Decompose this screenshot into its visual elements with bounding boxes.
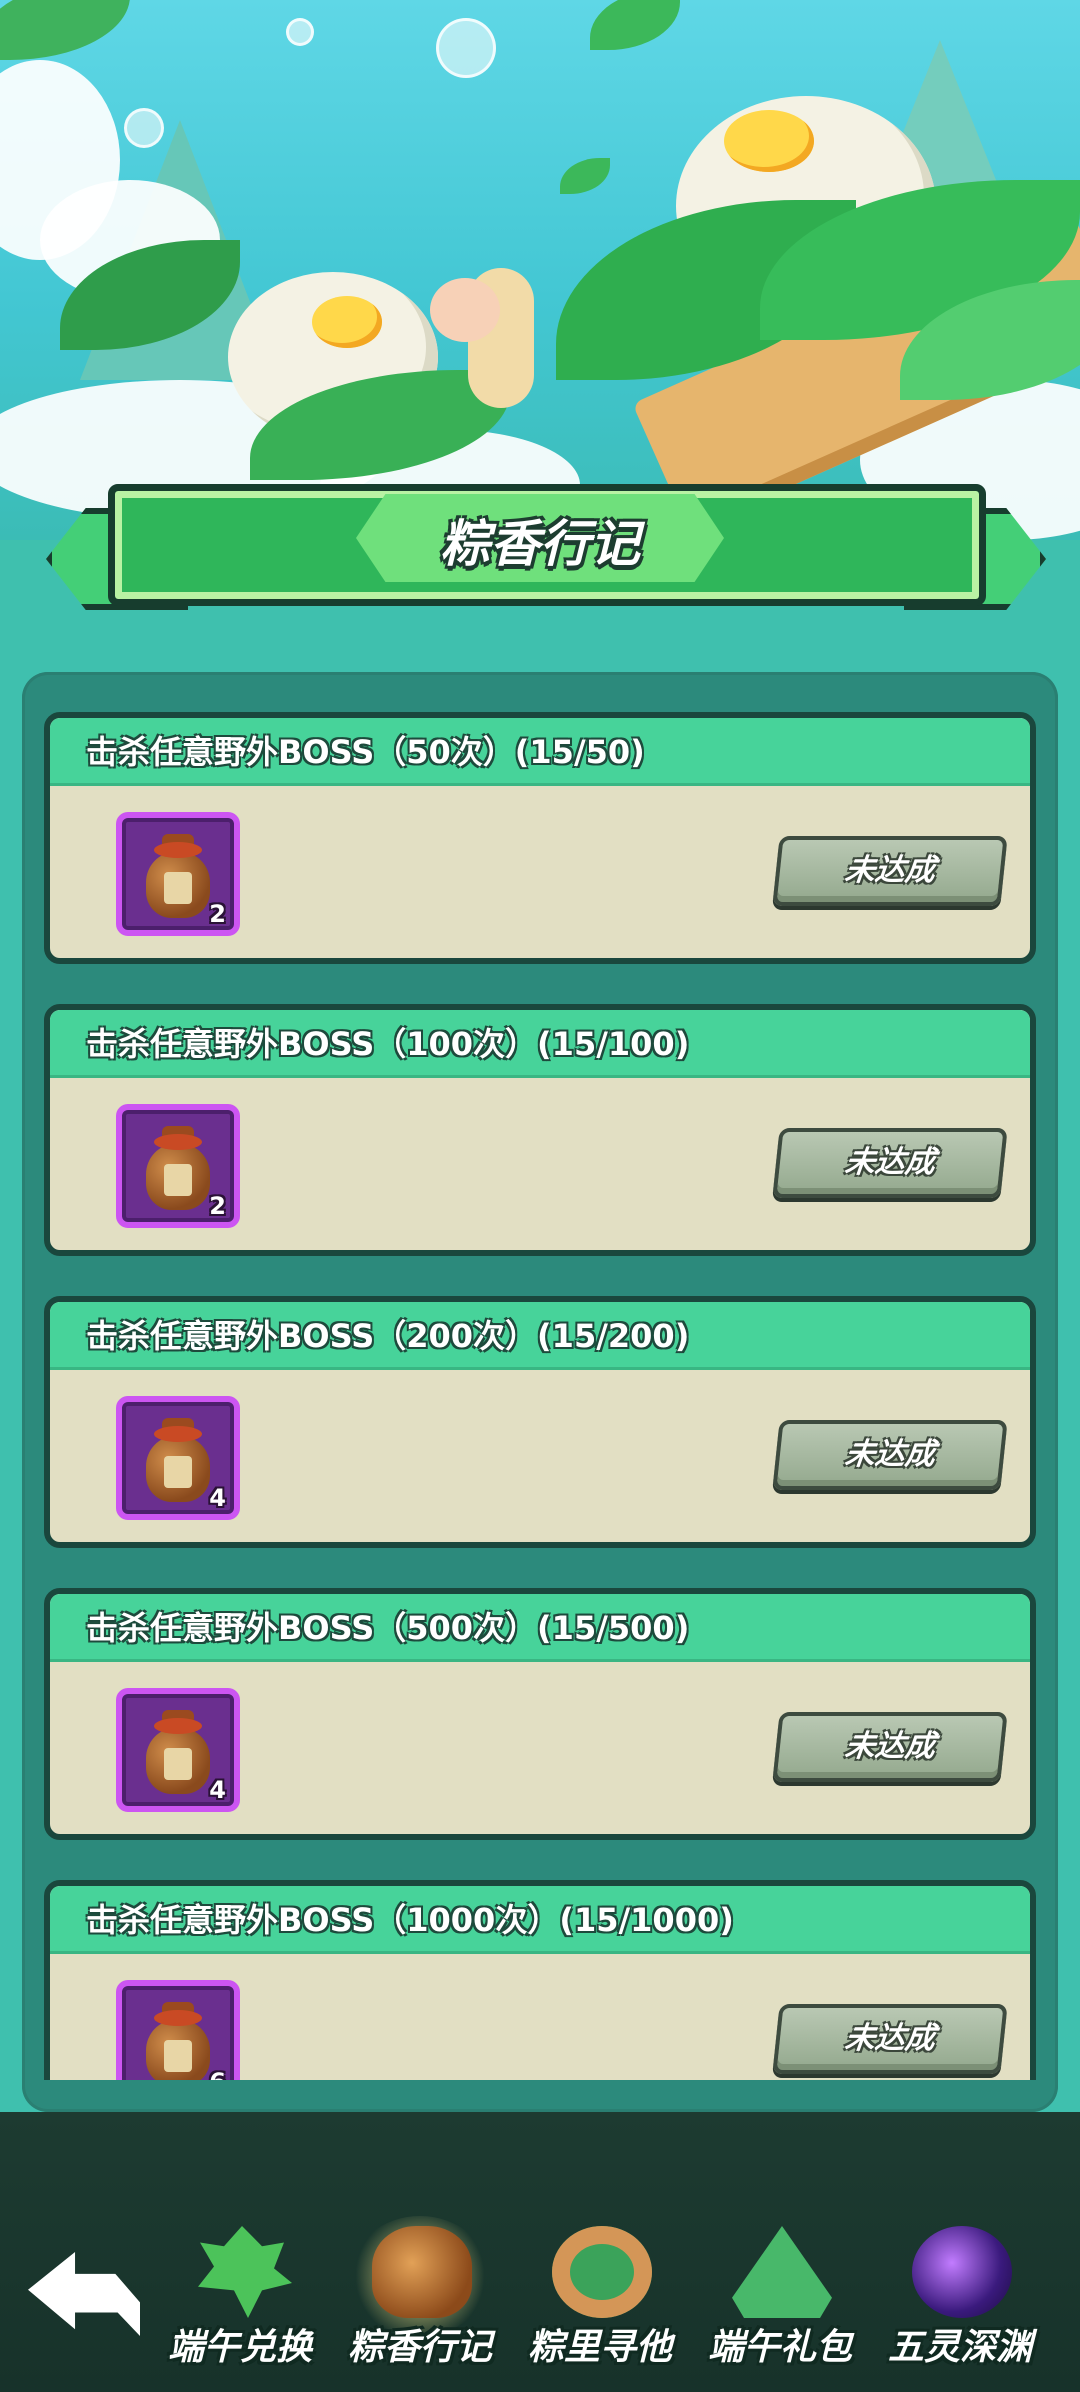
- leaf-icon: [198, 2226, 292, 2318]
- reward-count: 4: [209, 1484, 226, 1512]
- task-status-button[interactable]: 未达成: [772, 1128, 1008, 1198]
- reward-count: 2: [209, 900, 226, 928]
- task-card: 击杀任意野外BOSS（100次）(15/100) 2 未达成: [44, 1004, 1036, 1256]
- nav-tab-dragon-boat-gift[interactable]: 端午礼包: [690, 2210, 870, 2380]
- purple-orb-icon: [912, 2226, 1012, 2318]
- zongzi-gift-icon: [732, 2226, 832, 2318]
- nav-tab-label: 端午礼包: [707, 2327, 852, 2368]
- reward-item-slot[interactable]: 6: [116, 1980, 240, 2080]
- back-arrow-icon: [28, 2252, 140, 2336]
- reward-count: 4: [209, 1776, 226, 1804]
- task-card: 击杀任意野外BOSS（500次）(15/500) 4 未达成: [44, 1588, 1036, 1840]
- task-title: 击杀任意野外BOSS（500次）(15/500): [50, 1594, 1030, 1662]
- nav-tab-dragon-boat-exchange[interactable]: 端午兑换: [150, 2210, 330, 2380]
- wine-jar-icon: [372, 2226, 472, 2318]
- reward-count: 2: [209, 1192, 226, 1220]
- nav-tab-label: 五灵深渊: [887, 2327, 1032, 2368]
- task-status-button[interactable]: 未达成: [772, 2004, 1008, 2074]
- reward-item-slot[interactable]: 2: [116, 812, 240, 936]
- reward-item-slot[interactable]: 4: [116, 1688, 240, 1812]
- task-card: 击杀任意野外BOSS（50次）(15/50) 2 未达成: [44, 712, 1036, 964]
- nav-tab-label: 端午兑换: [167, 2327, 312, 2368]
- reward-count: 6: [209, 2068, 226, 2080]
- task-title: 击杀任意野外BOSS（200次）(15/200): [50, 1302, 1030, 1370]
- task-card: 击杀任意野外BOSS（1000次）(15/1000) 6 未达成: [44, 1880, 1036, 2080]
- reward-item-slot[interactable]: 4: [116, 1396, 240, 1520]
- task-title: 击杀任意野外BOSS（50次）(15/50): [50, 718, 1030, 786]
- nav-tab-label: 粽香行记: [347, 2327, 492, 2368]
- task-card: 击杀任意野外BOSS（200次）(15/200) 4 未达成: [44, 1296, 1036, 1548]
- task-title: 击杀任意野外BOSS（100次）(15/100): [50, 1010, 1030, 1078]
- task-list: 击杀任意野外BOSS（50次）(15/50) 2 未达成 击杀任意野外BOSS（…: [0, 0, 1080, 2080]
- nav-tab-zongzi-search[interactable]: 粽里寻他: [510, 2210, 690, 2380]
- zongzi-egg-icon: [552, 2226, 652, 2318]
- nav-tab-zongzi-journey[interactable]: 粽香行记: [330, 2210, 510, 2380]
- task-status-button[interactable]: 未达成: [772, 1712, 1008, 1782]
- task-title: 击杀任意野外BOSS（1000次）(15/1000): [50, 1886, 1030, 1954]
- back-button[interactable]: [28, 2252, 140, 2336]
- nav-tab-five-spirit-abyss[interactable]: 五灵深渊: [870, 2210, 1050, 2380]
- task-status-button[interactable]: 未达成: [772, 1420, 1008, 1490]
- task-status-button[interactable]: 未达成: [772, 836, 1008, 906]
- reward-item-slot[interactable]: 2: [116, 1104, 240, 1228]
- nav-tab-label: 粽里寻他: [527, 2327, 672, 2368]
